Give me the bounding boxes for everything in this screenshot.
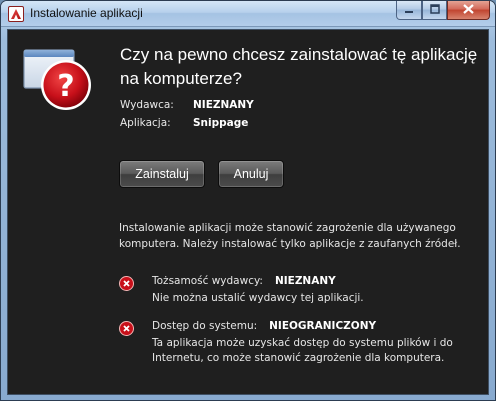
close-button[interactable] [447, 1, 490, 20]
minimize-button[interactable] [396, 1, 422, 20]
risk-label: Tożsamość wydawcy: [152, 275, 263, 287]
close-icon [463, 4, 474, 14]
maximize-button[interactable] [422, 1, 447, 20]
application-label: Aplikacja: [120, 117, 171, 129]
risk-value: NIEZNANY [274, 275, 336, 287]
risk-body: Nie można ustalić wydawcy tej aplikacji. [152, 292, 364, 304]
install-button[interactable]: Zainstaluj [119, 160, 205, 188]
title-bar[interactable]: Instalowanie aplikacji [1, 1, 495, 27]
dialog-heading: Czy na pewno chcesz zainstalować tę apli… [120, 45, 478, 88]
risk-value: NIEOGRANICZONY [269, 320, 377, 332]
cancel-button[interactable]: Anuluj [218, 160, 284, 188]
install-dialog-window: Instalowanie aplikacji ? Czy na pewno ch… [0, 0, 496, 401]
application-row: Aplikacja: Snippage [120, 117, 248, 129]
error-x-icon [119, 321, 134, 336]
warning-window-icon: ? [23, 49, 91, 110]
error-x-icon [119, 276, 134, 291]
dialog-content: ? Czy na pewno chcesz zainstalować tę ap… [7, 29, 489, 395]
risk-label: Dostęp do systemu: [152, 320, 258, 332]
security-description: Instalowanie aplikacji może stanowić zag… [119, 222, 461, 250]
risk-title: Tożsamość wydawcy: NIEZNANY [152, 275, 336, 287]
window-title: Instalowanie aplikacji [30, 6, 143, 20]
risk-title: Dostęp do systemu: NIEOGRANICZONY [152, 320, 376, 332]
svg-text:?: ? [57, 69, 74, 104]
adobe-air-icon [8, 6, 24, 22]
publisher-value: NIEZNANY [193, 99, 254, 111]
application-value: Snippage [193, 117, 249, 129]
maximize-icon [429, 4, 440, 14]
publisher-label: Wydawca: [120, 99, 174, 111]
publisher-row: Wydawca: NIEZNANY [120, 99, 254, 111]
minimize-icon [405, 11, 413, 13]
risk-body: Ta aplikacja może uzyskać dostęp do syst… [152, 337, 453, 364]
